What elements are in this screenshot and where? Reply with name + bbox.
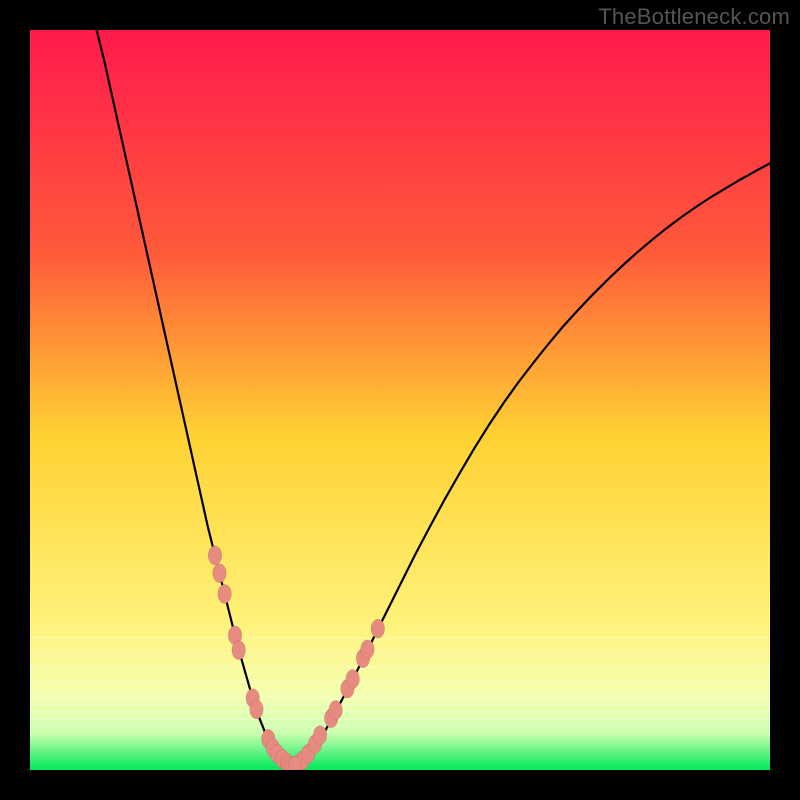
chart-svg [30, 30, 770, 770]
chart-container: TheBottleneck.com [0, 0, 800, 800]
watermark-text: TheBottleneck.com [598, 4, 790, 30]
plot-area [30, 30, 770, 770]
